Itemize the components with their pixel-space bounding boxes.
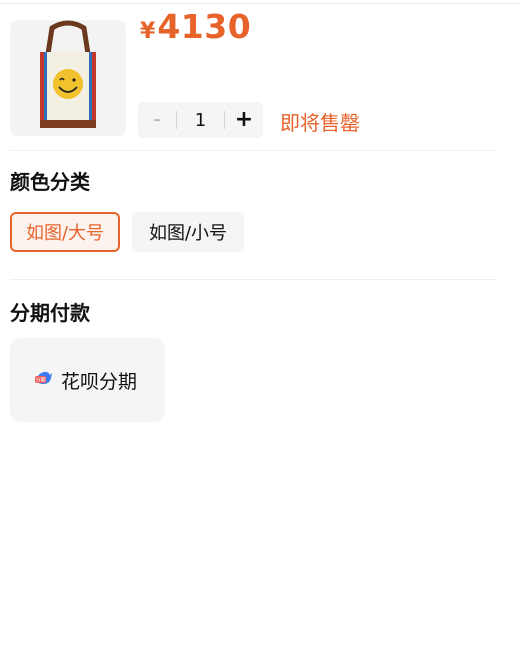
section-divider — [10, 150, 496, 151]
huabei-icon: 分期 — [34, 368, 54, 392]
color-option-large[interactable]: 如图/大号 — [10, 212, 120, 252]
huabei-installment-option[interactable]: 分期 花呗分期 — [10, 338, 165, 422]
quantity-decrease-button[interactable]: - — [138, 102, 176, 138]
huabei-label: 花呗分期 — [61, 370, 138, 393]
quantity-stepper: - 1 + — [138, 102, 263, 138]
color-section-title: 颜色分类 — [10, 170, 90, 194]
top-divider — [0, 3, 520, 4]
color-option-small[interactable]: 如图/小号 — [132, 212, 244, 252]
huabei-badge-text: 分期 — [35, 377, 45, 384]
product-image[interactable] — [10, 20, 126, 136]
price-currency: ¥ — [140, 19, 156, 44]
payment-section-title: 分期付款 — [10, 301, 90, 325]
price-amount: 4130 — [157, 7, 252, 46]
quantity-value[interactable]: 1 — [177, 110, 224, 131]
section-divider — [10, 279, 496, 280]
tote-bag-image — [10, 20, 126, 136]
stock-status-text: 即将售罄 — [280, 111, 360, 135]
quantity-increase-button[interactable]: + — [225, 102, 263, 138]
product-price: ¥ 4130 — [140, 10, 251, 43]
